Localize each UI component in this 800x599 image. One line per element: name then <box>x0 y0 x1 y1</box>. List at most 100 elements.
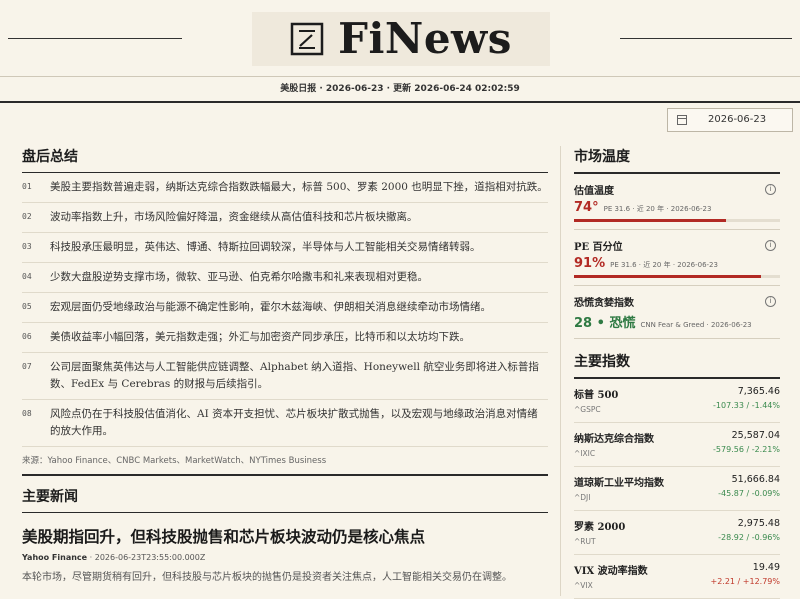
temperature-list: 估值温度 i 74° PE 31.6 · 近 20 年 · 2026-06-23 PE … <box>574 174 780 339</box>
info-icon[interactable]: i <box>765 296 776 307</box>
summary-item-text: 公司层面聚焦英伟达与人工智能供应链调整、Alphabet 纳入道指、Honeyw… <box>50 361 539 390</box>
index-left: 标普 500 ^GSPC <box>574 386 618 416</box>
index-symbol: ^VIX <box>574 581 593 590</box>
news-time: · 2026-06-23T23:55:00.000Z <box>89 553 206 562</box>
index-price: 25,587.04 <box>731 430 780 441</box>
index-row[interactable]: 纳斯达克综合指数 ^IXIC 25,587.04 -579.56 / -2.21% <box>574 423 780 467</box>
metric-row: 91% PE 31.6 · 近 20 年 · 2026-06-23 <box>574 256 780 271</box>
index-left: 罗素 2000 ^RUT <box>574 518 625 548</box>
summary-title: 盘后总结 <box>22 146 548 173</box>
edit-frame-icon <box>290 22 324 56</box>
summary-item-text: 少数大盘股逆势支撑市场，微软、亚马逊、伯克希尔哈撒韦和礼来表现相对更稳。 <box>50 271 428 283</box>
summary-item-number: 02 <box>22 212 32 221</box>
metric-bar-fill <box>574 219 727 222</box>
index-change: -28.92 / -0.96% <box>718 533 780 542</box>
index-row[interactable]: 罗素 2000 ^RUT 2,975.48 -28.92 / -0.96% <box>574 511 780 555</box>
summary-item: 05 宏观层面仍受地缘政治与能源不确定性影响，霍尔木兹海峡、伊朗相关消息继续牵动市… <box>22 293 548 323</box>
summary-item-text: 美股主要指数普遍走弱，纳斯达克综合指数跌幅最大，标普 500、罗素 2000 也… <box>50 181 548 193</box>
metric-bar-fill <box>574 275 762 278</box>
summary-item-text: 科技股承压最明显，英伟达、博通、特斯拉回调较深，半导体与人工智能相关交易情绪转弱… <box>50 241 481 253</box>
index-change: -579.56 / -2.21% <box>713 445 780 454</box>
masthead-title: FiNews <box>338 14 512 63</box>
metric-label: 恐慌贪婪指数 <box>574 298 634 309</box>
index-symbol: ^RUT <box>574 537 596 546</box>
temperature-metric: 恐慌贪婪指数 i 28 • 恐慌 CNN Fear & Greed · 2026-06… <box>574 286 780 339</box>
index-price: 19.49 <box>752 562 780 573</box>
index-right: 51,666.84 -45.87 / -0.09% <box>718 474 780 504</box>
indices-title: 主要指数 <box>574 351 780 379</box>
right-column: 市场温度 估值温度 i 74° PE 31.6 · 近 20 年 · 2026-06-… <box>574 146 780 599</box>
metric-subtext: PE 31.6 · 近 20 年 · 2026-06-23 <box>603 205 712 213</box>
news-teaser: 本轮市场，尽管期货稍有回升，但科技股与芯片板块的抛售仍是投资者关注焦点，人工智能… <box>22 572 512 583</box>
temperature-metric: PE 百分位 i 91% PE 31.6 · 近 20 年 · 2026-06-23 <box>574 230 780 286</box>
index-row[interactable]: 标普 500 ^GSPC 7,365.46 -107.33 / -1.44% <box>574 379 780 423</box>
metric-bar <box>574 219 780 222</box>
date-picker[interactable]: 2026-06-23 <box>667 108 793 132</box>
indices-list: 标普 500 ^GSPC 7,365.46 -107.33 / -1.44% 纳斯达克综… <box>574 379 780 599</box>
metric-value: 74° <box>574 200 599 215</box>
index-symbol: ^GSPC <box>574 405 601 414</box>
index-right: 7,365.46 -107.33 / -1.44% <box>713 386 780 416</box>
news-headline[interactable]: 美股期指回升，但科技股抛售和芯片板块波动仍是核心焦点 <box>22 525 548 547</box>
metric-label: PE 百分位 <box>574 242 623 253</box>
summary-item: 06 美债收益率小幅回落，美元指数走强；外汇与加密资产同步承压，比特币和以太坊均下… <box>22 323 548 353</box>
summary-item-text: 风险点仍在于科技股估值消化、AI 资本开支担忧、芯片板块扩散式抛售，以及宏观与地… <box>50 408 538 437</box>
metric-label: 估值温度 <box>574 186 614 197</box>
news-byline: Yahoo Finance · 2026-06-23T23:55:00.000Z <box>22 553 548 562</box>
summary-item-text: 美债收益率小幅回落，美元指数走强；外汇与加密资产同步承压，比特币和以太坊均下跌。 <box>50 331 470 343</box>
index-name: 罗素 2000 <box>574 522 626 533</box>
summary-item: 03 科技股承压最明显，英伟达、博通、特斯拉回调较深，半导体与人工智能相关交易情绪… <box>22 233 548 263</box>
date-picker-value: 2026-06-23 <box>708 114 767 125</box>
metric-subtext: CNN Fear & Greed · 2026-06-23 <box>640 321 752 329</box>
summary-item-text: 波动率指数上升，市场风险偏好降温，资金继续从高估值科技和芯片板块撤离。 <box>50 211 418 223</box>
summary-sources: 来源：Yahoo Finance、CNBC Markets、MarketWatc… <box>22 447 548 476</box>
metric-bar <box>574 275 780 278</box>
summary-item: 08 风险点仍在于科技股估值消化、AI 资本开支担忧、芯片板块扩散式抛售，以及宏观… <box>22 400 548 447</box>
summary-item-text: 宏观层面仍受地缘政治与能源不确定性影响，霍尔木兹海峡、伊朗相关消息继续牵动市场情… <box>50 301 491 313</box>
index-name: 纳斯达克综合指数 <box>574 434 654 445</box>
summary-item-number: 07 <box>22 362 32 371</box>
index-right: 25,587.04 -579.56 / -2.21% <box>713 430 780 460</box>
index-left: 道琼斯工业平均指数 ^DJI <box>574 474 664 504</box>
summary-item-number: 04 <box>22 272 32 281</box>
metric-value: 28 • 恐慌 <box>574 316 636 331</box>
summary-item-number: 03 <box>22 242 32 251</box>
index-symbol: ^DJI <box>574 493 591 502</box>
summary-item-number: 01 <box>22 182 32 191</box>
dateline: 美股日报 · 2026-06-23 · 更新 2026-06-24 02:02:… <box>0 76 800 103</box>
temperature-metric: 估值温度 i 74° PE 31.6 · 近 20 年 · 2026-06-23 <box>574 174 780 230</box>
summary-item-number: 05 <box>22 302 32 311</box>
index-name: VIX 波动率指数 <box>574 566 648 577</box>
masthead-logo[interactable]: FiNews <box>252 12 550 66</box>
info-icon[interactable]: i <box>765 184 776 195</box>
left-column: 盘后总结 01 美股主要指数普遍走弱，纳斯达克综合指数跌幅最大，标普 500、罗素… <box>22 146 548 583</box>
index-right: 2,975.48 -28.92 / -0.96% <box>718 518 780 548</box>
summary-list: 01 美股主要指数普遍走弱，纳斯达克综合指数跌幅最大，标普 500、罗素 2000… <box>22 173 548 447</box>
summary-item-number: 06 <box>22 332 32 341</box>
summary-item: 04 少数大盘股逆势支撑市场，微软、亚马逊、伯克希尔哈撒韦和礼来表现相对更稳。 <box>22 263 548 293</box>
info-icon[interactable]: i <box>765 240 776 251</box>
summary-item: 07 公司层面聚焦英伟达与人工智能供应链调整、Alphabet 纳入道指、Hone… <box>22 353 548 400</box>
index-price: 51,666.84 <box>731 474 780 485</box>
summary-item-number: 08 <box>22 409 32 418</box>
summary-item: 02 波动率指数上升，市场风险偏好降温，资金继续从高估值科技和芯片板块撤离。 <box>22 203 548 233</box>
masthead-rule-right <box>620 38 792 39</box>
index-row[interactable]: VIX 波动率指数 ^VIX 19.49 +2.21 / +12.79% <box>574 555 780 599</box>
metric-row: 28 • 恐慌 CNN Fear & Greed · 2026-06-23 <box>574 312 780 331</box>
index-right: 19.49 +2.21 / +12.79% <box>710 562 780 592</box>
temperature-title: 市场温度 <box>574 146 780 174</box>
index-price: 2,975.48 <box>737 518 780 529</box>
index-left: VIX 波动率指数 ^VIX <box>574 562 648 592</box>
index-name: 道琼斯工业平均指数 <box>574 478 664 489</box>
index-change: +2.21 / +12.79% <box>710 577 780 586</box>
index-symbol: ^IXIC <box>574 449 596 458</box>
metric-row: 74° PE 31.6 · 近 20 年 · 2026-06-23 <box>574 200 780 215</box>
index-name: 标普 500 <box>574 390 619 401</box>
index-row[interactable]: 道琼斯工业平均指数 ^DJI 51,666.84 -45.87 / -0.09% <box>574 467 780 511</box>
index-left: 纳斯达克综合指数 ^IXIC <box>574 430 654 460</box>
column-divider <box>560 146 561 596</box>
calendar-icon <box>677 115 687 125</box>
news-source: Yahoo Finance <box>22 553 88 562</box>
masthead-rule-left <box>8 38 182 39</box>
index-change: -45.87 / -0.09% <box>718 489 780 498</box>
